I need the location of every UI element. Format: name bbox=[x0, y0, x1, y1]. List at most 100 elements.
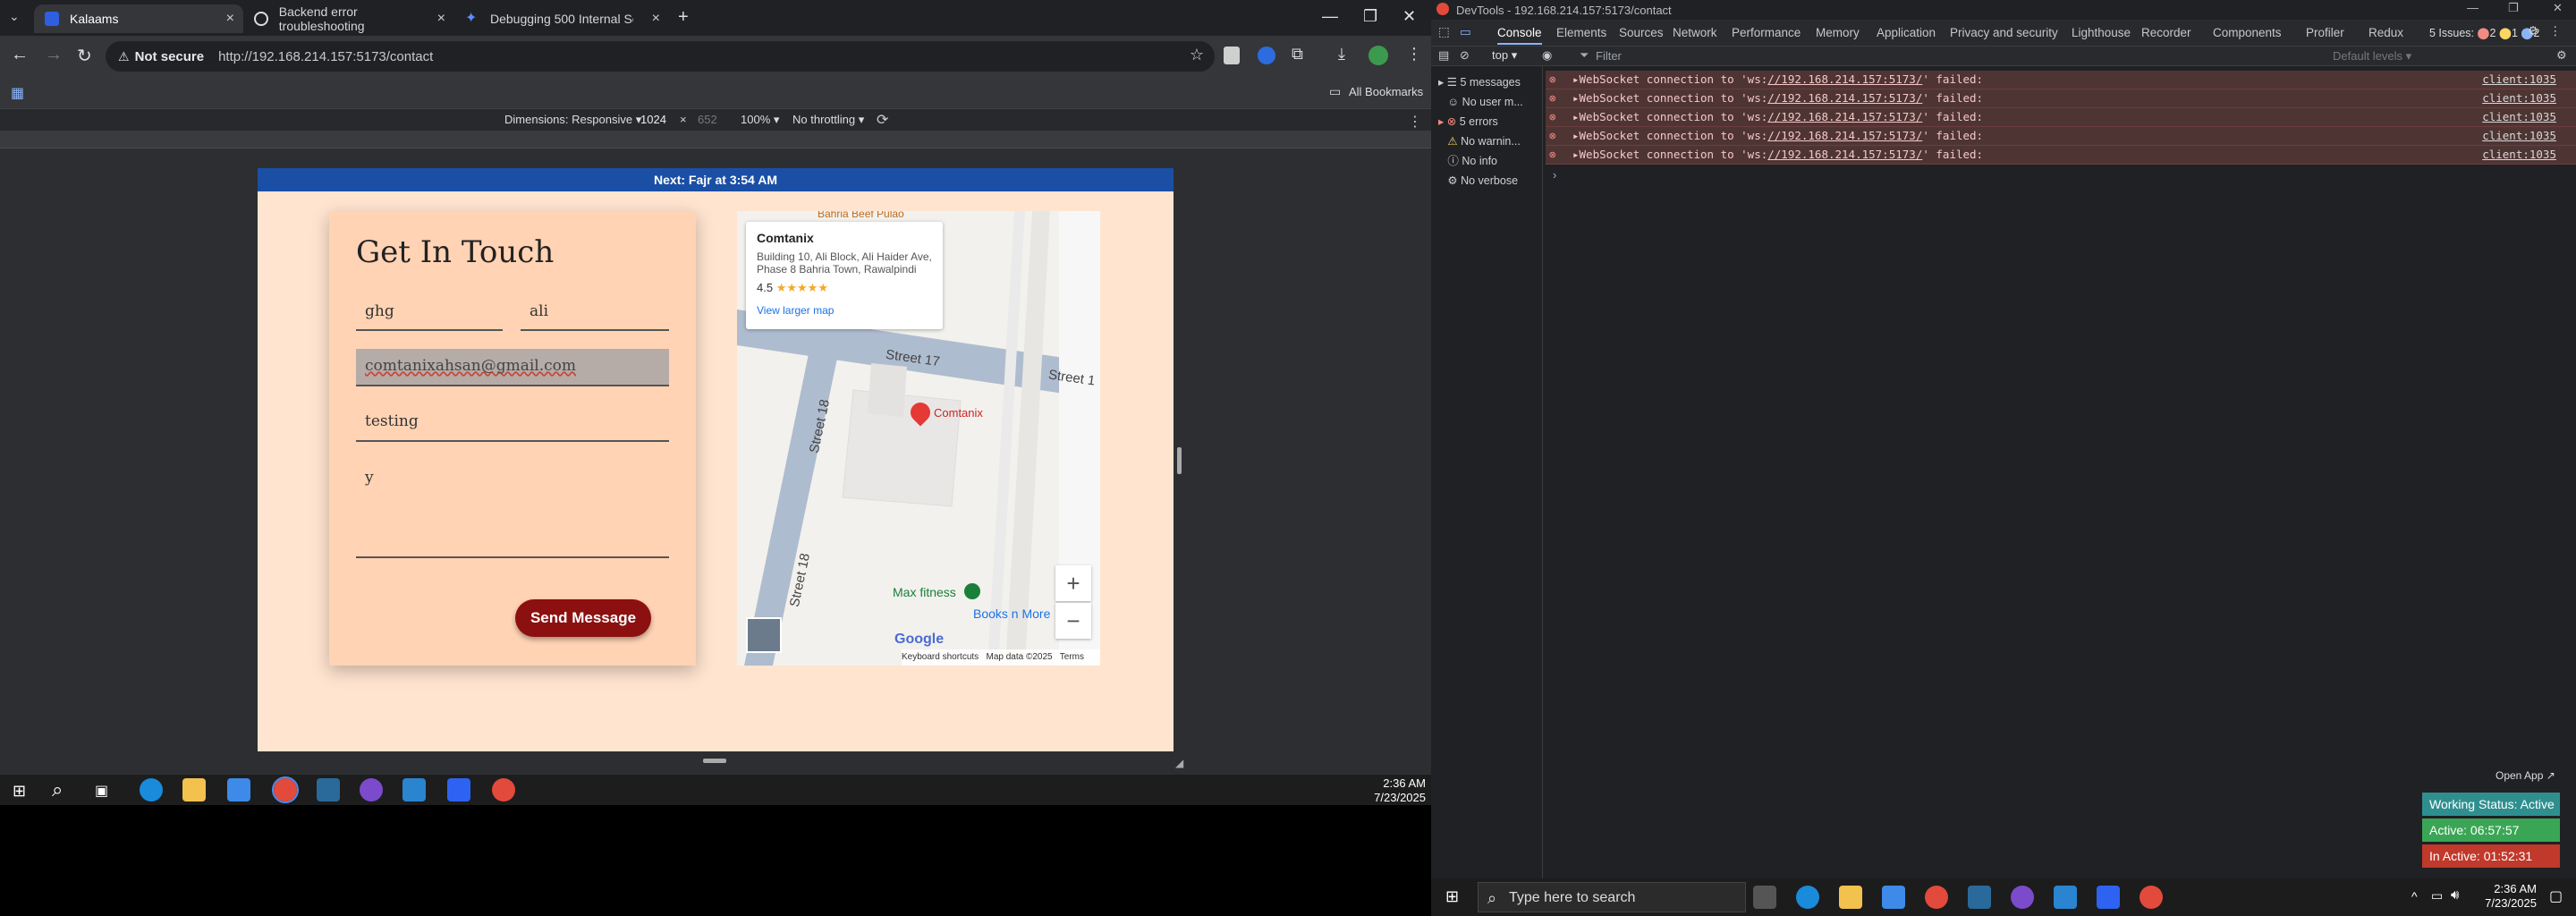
inspect-icon[interactable]: ⬚ bbox=[1438, 25, 1450, 39]
log-source-link[interactable]: client:1035 bbox=[2482, 71, 2556, 89]
log-url[interactable]: //192.168.214.157:5173/ bbox=[1767, 148, 1922, 161]
keyboard-shortcuts-link[interactable]: Keyboard shortcuts bbox=[902, 652, 979, 662]
file-explorer-icon[interactable] bbox=[1839, 886, 1862, 909]
extension-2-icon[interactable] bbox=[1258, 47, 1275, 64]
tab-performance[interactable]: Performance bbox=[1732, 26, 1801, 39]
console-error-row[interactable]: ⊗ ▸WebSocket connection to 'ws://192.168… bbox=[1546, 89, 2576, 108]
sidebar-item-warnings[interactable]: ⚠ No warnin... bbox=[1438, 132, 1520, 150]
windows-start-icon[interactable]: ⊞ bbox=[1445, 887, 1459, 906]
expand-arrow-icon[interactable]: ▸ bbox=[1572, 72, 1580, 86]
app-icon[interactable] bbox=[317, 778, 340, 802]
task-view-icon[interactable]: ▣ bbox=[95, 782, 108, 800]
filter-input[interactable]: Filter bbox=[1596, 49, 1971, 63]
subject-field[interactable]: testing bbox=[356, 403, 669, 442]
close-tab-icon[interactable]: × bbox=[226, 11, 234, 27]
github-icon[interactable] bbox=[360, 778, 383, 802]
chrome-2-icon[interactable] bbox=[2140, 886, 2163, 909]
tab-elements[interactable]: Elements bbox=[1556, 26, 1606, 39]
zoom-select[interactable]: 100% ▾ bbox=[741, 113, 779, 127]
sidebar-item-verbose[interactable]: ⚙ No verbose bbox=[1438, 172, 1518, 190]
left-clock[interactable]: 2:36 AM 7/23/2025 bbox=[1360, 776, 1426, 805]
all-bookmarks-link[interactable]: All Bookmarks bbox=[1349, 85, 1423, 98]
levels-select[interactable]: Default levels ▾ bbox=[2333, 49, 2411, 64]
zoom-in-button[interactable]: + bbox=[1055, 565, 1091, 601]
tab-redux[interactable]: Redux bbox=[2368, 26, 2403, 39]
view-larger-map-link[interactable]: View larger map bbox=[757, 304, 932, 317]
sidebar-item-user[interactable]: ☺ No user m... bbox=[1438, 93, 1522, 111]
address-bar[interactable]: ⚠ Not secure http://192.168.214.157:5173… bbox=[106, 41, 1215, 72]
url-text[interactable]: http://192.168.214.157:5173/contact bbox=[218, 49, 433, 64]
github-icon[interactable] bbox=[2011, 886, 2034, 909]
chrome-icon[interactable] bbox=[1925, 886, 1948, 909]
download-icon[interactable]: ⤓ bbox=[1338, 45, 1345, 64]
vscode-icon[interactable] bbox=[2054, 886, 2077, 909]
log-url[interactable]: //192.168.214.157:5173/ bbox=[1767, 110, 1922, 123]
clear-console-icon[interactable]: ⊘ bbox=[1460, 48, 1470, 63]
log-url[interactable]: //192.168.214.157:5173/ bbox=[1767, 129, 1922, 142]
tab-recorder[interactable]: Recorder bbox=[2141, 26, 2191, 39]
tab-components[interactable]: Components bbox=[2213, 26, 2282, 39]
console-error-row[interactable]: ⊗ ▸WebSocket connection to 'ws://192.168… bbox=[1546, 108, 2576, 127]
throttling-select[interactable]: No throttling ▾ bbox=[792, 113, 864, 127]
last-name-field[interactable]: ali bbox=[521, 295, 669, 331]
resize-corner-icon[interactable]: ◢ bbox=[1175, 757, 1183, 769]
volume-icon[interactable]: 🔊︎ bbox=[2451, 887, 2459, 903]
apps-grid-icon[interactable]: ▦ bbox=[11, 84, 24, 102]
sidebar-toggle-icon[interactable]: ▤ bbox=[1438, 48, 1449, 63]
tab-network[interactable]: Network bbox=[1673, 26, 1717, 39]
tab-privacy[interactable]: Privacy and security bbox=[1950, 26, 2058, 39]
log-url[interactable]: //192.168.214.157:5173/ bbox=[1767, 91, 1922, 105]
chrome-menu-icon[interactable]: ⋮ bbox=[1406, 45, 1422, 64]
tab-kalaams[interactable]: Kalaams × bbox=[34, 4, 243, 33]
forward-icon[interactable]: → bbox=[45, 45, 63, 65]
vscode-icon[interactable] bbox=[402, 778, 426, 802]
extension-icon[interactable] bbox=[1224, 47, 1240, 64]
bookmark-star-icon[interactable]: ☆ bbox=[1190, 46, 1204, 64]
context-select[interactable]: top ▾ bbox=[1492, 48, 1517, 63]
rotate-icon[interactable]: ⟳ bbox=[877, 111, 888, 129]
back-icon[interactable]: ← bbox=[11, 45, 29, 65]
sidebar-item-errors[interactable]: ▸ ⊗ 5 errors bbox=[1438, 113, 1498, 131]
street-view-thumbnail[interactable] bbox=[746, 617, 782, 653]
issues-counter[interactable]: 5 Issues: ⬤2 ⬤1 ⬤2 bbox=[2429, 26, 2539, 39]
log-source-link[interactable]: client:1035 bbox=[2482, 127, 2556, 145]
edge-icon[interactable] bbox=[140, 778, 163, 802]
device-more-icon[interactable]: ⋮ bbox=[1408, 113, 1422, 131]
restore-icon[interactable]: ❐ bbox=[1363, 7, 1377, 26]
console-error-row[interactable]: ⊗ ▸WebSocket connection to 'ws://192.168… bbox=[1546, 127, 2576, 146]
eye-icon[interactable]: ◉ bbox=[1542, 48, 1552, 63]
network-icon[interactable]: ▭ bbox=[2431, 888, 2443, 903]
close-tab-icon[interactable]: × bbox=[437, 11, 445, 27]
sidebar-item-messages[interactable]: ▸ ☰ 5 messages bbox=[1438, 73, 1521, 91]
tab-application[interactable]: Application bbox=[1877, 26, 1936, 39]
log-source-link[interactable]: client:1035 bbox=[2482, 146, 2556, 164]
device-toggle-icon[interactable]: ▭ bbox=[1460, 25, 1471, 39]
close-tab-icon[interactable]: × bbox=[652, 11, 660, 27]
zoom-out-button[interactable]: − bbox=[1055, 603, 1091, 639]
store-icon[interactable] bbox=[227, 778, 250, 802]
task-view-icon[interactable] bbox=[1753, 886, 1776, 909]
notifications-icon[interactable]: ▢ bbox=[2549, 887, 2563, 905]
tab-backend-error[interactable]: Backend error troubleshooting × bbox=[243, 4, 454, 33]
message-field[interactable]: y bbox=[356, 460, 669, 558]
zoom-icon[interactable] bbox=[447, 778, 470, 802]
console-prompt[interactable]: › bbox=[1553, 168, 1556, 182]
first-name-field[interactable]: ghg bbox=[356, 295, 503, 331]
tab-search-icon[interactable]: ⌄ bbox=[9, 9, 20, 24]
log-url[interactable]: //192.168.214.157:5173/ bbox=[1767, 72, 1922, 86]
open-app-link[interactable]: Open App ↗ bbox=[2496, 769, 2555, 782]
resize-handle-right[interactable] bbox=[1177, 447, 1182, 474]
height-input[interactable]: 652 bbox=[698, 113, 717, 126]
devtools-more-icon[interactable]: ⋮ bbox=[2549, 24, 2562, 38]
app-icon[interactable] bbox=[1968, 886, 1991, 909]
start-icon[interactable]: ⊞ bbox=[13, 782, 26, 801]
terms-link[interactable]: Terms bbox=[1060, 652, 1084, 662]
tab-lighthouse[interactable]: Lighthouse bbox=[2072, 26, 2131, 39]
tab-memory[interactable]: Memory bbox=[1816, 26, 1860, 39]
store-icon[interactable] bbox=[1882, 886, 1905, 909]
chrome-2-icon[interactable] bbox=[492, 778, 515, 802]
log-source-link[interactable]: client:1035 bbox=[2482, 89, 2556, 107]
taskbar-search-box[interactable]: ⌕ Type here to search bbox=[1478, 882, 1746, 912]
chrome-icon[interactable] bbox=[272, 776, 299, 803]
tab-profiler[interactable]: Profiler bbox=[2306, 26, 2344, 39]
